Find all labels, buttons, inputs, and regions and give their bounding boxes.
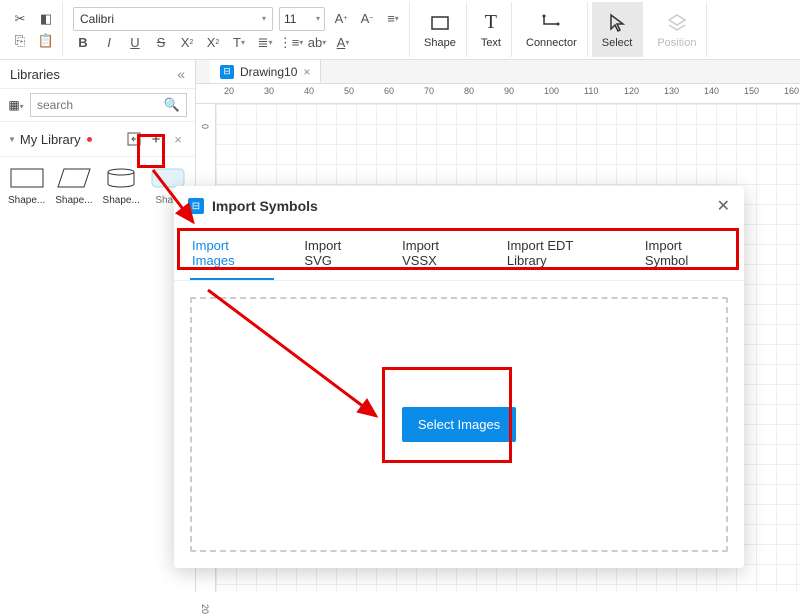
rectangle-icon — [9, 167, 45, 189]
ruler-tick: 150 — [744, 86, 759, 96]
close-tab-icon[interactable]: × — [303, 65, 310, 79]
shape-tool[interactable]: Shape — [414, 2, 467, 57]
import-tab[interactable]: Import EDT Library — [505, 230, 615, 280]
clear-format-icon[interactable]: ab▾ — [307, 33, 327, 53]
my-library-header[interactable]: ▼ My Library + × — [0, 122, 195, 157]
text-tool[interactable]: T Text — [471, 2, 512, 57]
strikethrough-icon[interactable]: S — [151, 33, 171, 53]
library-search[interactable]: 🔍 — [30, 93, 187, 117]
ruler-tick: 120 — [624, 86, 639, 96]
import-tab[interactable]: Import Symbol — [643, 230, 728, 280]
paste-icon[interactable]: 📋 — [36, 31, 56, 51]
shape-item[interactable]: Shape... — [8, 167, 45, 206]
import-tab[interactable]: Import SVG — [302, 230, 372, 280]
tab-title: Drawing10 — [240, 65, 297, 79]
underline-icon[interactable]: U — [125, 33, 145, 53]
shape-item[interactable]: Shape... — [103, 167, 140, 206]
collapse-sidebar-icon[interactable]: « — [177, 66, 185, 82]
ruler-tick: 130 — [664, 86, 679, 96]
align-icon[interactable]: ≣▾ — [255, 33, 275, 53]
superscript-icon[interactable]: X2 — [177, 33, 197, 53]
search-input[interactable] — [37, 98, 164, 112]
ribbon-toolbar: ✂ ◧ ⎘ 📋 Calibri ▾ 11 ▾ A+ A− ≡▾ B I U S — [0, 0, 800, 60]
unsaved-indicator — [87, 137, 92, 142]
dialog-title: Import Symbols — [212, 198, 318, 214]
ruler-tick: 140 — [704, 86, 719, 96]
close-dialog-icon[interactable]: ✕ — [717, 196, 730, 216]
import-tab[interactable]: Import Images — [190, 230, 274, 280]
ruler-tick: 20 — [200, 604, 210, 614]
font-color-icon[interactable]: A▾ — [333, 33, 353, 53]
select-images-button[interactable]: Select Images — [402, 407, 516, 442]
select-label: Select — [602, 37, 633, 49]
increase-font-icon[interactable]: A+ — [331, 9, 351, 29]
ruler-tick: 100 — [544, 86, 559, 96]
bold-icon[interactable]: B — [73, 33, 93, 53]
app-icon: ⊟ — [220, 65, 234, 79]
cut-icon[interactable]: ✂ — [10, 9, 30, 29]
parallelogram-icon — [56, 167, 92, 189]
text-label: Text — [481, 37, 501, 49]
copy-icon[interactable]: ⎘ — [10, 31, 30, 51]
shape-item[interactable]: Shape... — [55, 167, 92, 206]
import-library-icon[interactable] — [125, 130, 143, 148]
ruler-tick: 110 — [584, 86, 598, 96]
ruler-tick: 20 — [224, 86, 234, 96]
position-tool[interactable]: Position — [647, 2, 707, 57]
text-case-icon[interactable]: T▾ — [229, 33, 249, 53]
chevron-down-icon: ▾ — [316, 14, 320, 23]
import-tabs: Import Images Import SVG Import VSSX Import… — [174, 226, 744, 281]
document-tabs: ⊟ Drawing10 × — [196, 60, 800, 84]
font-size-value: 11 — [284, 12, 296, 26]
drop-zone[interactable]: Select Images — [190, 297, 728, 552]
chevron-down-icon: ▾ — [262, 14, 266, 23]
app-icon: ⊟ — [188, 198, 204, 214]
ruler-tick: 70 — [424, 86, 434, 96]
subscript-icon[interactable]: X2 — [203, 33, 223, 53]
ruler-tick: 160 — [784, 86, 799, 96]
bullets-icon[interactable]: ⋮≡▾ — [281, 33, 301, 53]
cylinder-icon — [103, 167, 139, 189]
shape-label: Shape... — [103, 195, 140, 206]
search-icon[interactable]: 🔍 — [164, 97, 180, 113]
clipboard-group: ✂ ◧ ⎘ 📋 — [4, 2, 63, 57]
line-spacing-icon[interactable]: ≡▾ — [383, 9, 403, 29]
library-name: My Library — [20, 132, 81, 147]
ruler-tick: 0 — [200, 124, 210, 129]
ruler-tick: 40 — [304, 86, 314, 96]
import-symbols-dialog: ⊟ Import Symbols ✕ Import Images Import S… — [174, 186, 744, 568]
shape-label: Shape... — [55, 195, 92, 206]
font-group: Calibri ▾ 11 ▾ A+ A− ≡▾ B I U S X2 X2 T▾… — [67, 2, 410, 57]
import-tab[interactable]: Import VSSX — [400, 230, 477, 280]
format-painter-icon[interactable]: ◧ — [36, 9, 56, 29]
ruler-tick: 50 — [344, 86, 354, 96]
libraries-sidebar: Libraries « ▦▾ 🔍 ▼ My Library + × — [0, 60, 196, 592]
italic-icon[interactable]: I — [99, 33, 119, 53]
position-label: Position — [657, 37, 696, 49]
ruler-tick: 80 — [464, 86, 474, 96]
connector-tool[interactable]: Connector — [516, 2, 588, 57]
ruler-tick: 30 — [264, 86, 274, 96]
font-family-value: Calibri — [80, 12, 114, 26]
shape-label: Shape... — [8, 195, 45, 206]
decrease-font-icon[interactable]: A− — [357, 9, 377, 29]
select-tool[interactable]: Select — [592, 2, 644, 57]
font-family-select[interactable]: Calibri ▾ — [73, 7, 273, 31]
shapes-grid: Shape... Shape... Shape... Sha... — [0, 157, 195, 216]
shape-label: Shape — [424, 37, 456, 49]
font-size-select[interactable]: 11 ▾ — [279, 7, 325, 31]
add-library-icon[interactable]: + — [147, 130, 165, 148]
document-tab[interactable]: ⊟ Drawing10 × — [210, 60, 321, 83]
chevron-down-icon: ▼ — [8, 135, 16, 144]
ruler-tick: 90 — [504, 86, 514, 96]
close-library-icon[interactable]: × — [169, 130, 187, 148]
library-grid-icon[interactable]: ▦▾ — [8, 98, 24, 112]
sidebar-title: Libraries — [10, 67, 60, 82]
ruler-tick: 60 — [384, 86, 394, 96]
connector-label: Connector — [526, 37, 577, 49]
horizontal-ruler: 20 30 40 50 60 70 80 90 100 110 120 130 140 150 160 — [196, 84, 800, 104]
